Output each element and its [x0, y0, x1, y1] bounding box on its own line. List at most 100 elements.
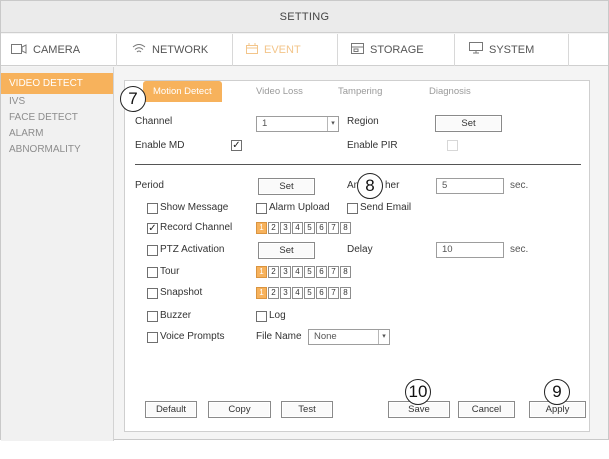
tour-label: Tour [160, 266, 180, 277]
show-message-label: Show Message [160, 202, 229, 213]
enable-md-checkbox[interactable]: ✓ [231, 140, 242, 151]
record-channel-checkbox[interactable]: ✓ [147, 223, 158, 234]
voice-prompts-label: Voice Prompts [160, 331, 225, 342]
snapshot-channel-6[interactable]: 6 [316, 287, 327, 299]
file-name-value: None [314, 331, 337, 342]
sidebar-item-face-detect[interactable]: FACE DETECT [1, 110, 113, 126]
snapshot-checkbox[interactable] [147, 288, 158, 299]
callout-7: 7 [120, 86, 146, 112]
snapshot-channel-4[interactable]: 4 [292, 287, 303, 299]
show-message-checkbox[interactable] [147, 203, 158, 214]
storage-icon [351, 34, 364, 66]
callout-10: 10 [405, 379, 431, 405]
record-channel-1[interactable]: 1 [256, 222, 267, 234]
sidebar-item-abnormality[interactable]: ABNORMALITY [1, 142, 113, 158]
ptz-activation-label: PTZ Activation [160, 244, 225, 255]
anti-dither-input[interactable]: 5 [436, 178, 504, 194]
tab-system-label: SYSTEM [489, 44, 535, 56]
callout-9: 9 [544, 379, 570, 405]
channel-select-value: 1 [262, 118, 268, 129]
file-name-label: File Name [256, 331, 302, 342]
chevron-down-icon: ▾ [327, 117, 338, 131]
test-button[interactable]: Test [281, 401, 333, 418]
event-icon [246, 34, 258, 66]
tour-channel-2[interactable]: 2 [268, 266, 279, 278]
tab-event-label: EVENT [264, 44, 301, 56]
region-label: Region [347, 116, 379, 127]
tab-motion-detect[interactable]: Motion Detect [143, 81, 222, 102]
tab-event[interactable]: EVENT [233, 34, 338, 66]
tab-video-loss[interactable]: Video Loss [256, 81, 303, 102]
record-channel-3[interactable]: 3 [280, 222, 291, 234]
sidebar-item-alarm[interactable]: ALARM [1, 126, 113, 142]
cancel-button[interactable]: Cancel [458, 401, 515, 418]
record-channel-5[interactable]: 5 [304, 222, 315, 234]
log-label: Log [269, 310, 286, 321]
snapshot-channel-5[interactable]: 5 [304, 287, 315, 299]
record-channel-4[interactable]: 4 [292, 222, 303, 234]
motion-detect-panel: Motion Detect Video Loss Tampering Diagn… [124, 80, 590, 432]
tour-channel-1[interactable]: 1 [256, 266, 267, 278]
record-channel-selector: 1 2 3 4 5 6 7 8 [256, 222, 356, 234]
delay-label: Delay [347, 244, 373, 255]
file-name-select[interactable]: None ▾ [308, 329, 390, 345]
tab-system[interactable]: SYSTEM [455, 34, 569, 66]
tab-storage[interactable]: STORAGE [338, 34, 455, 66]
period-set-button[interactable]: Set [258, 178, 315, 195]
send-email-checkbox[interactable] [347, 203, 358, 214]
buzzer-label: Buzzer [160, 310, 192, 321]
footer-area [0, 441, 609, 459]
tab-camera[interactable]: CAMERA [1, 34, 117, 66]
sidebar-item-ivs[interactable]: IVS [1, 94, 113, 110]
record-channel-7[interactable]: 7 [328, 222, 339, 234]
ptz-activation-checkbox[interactable] [147, 245, 158, 256]
default-button[interactable]: Default [145, 401, 197, 418]
record-channel-2[interactable]: 2 [268, 222, 279, 234]
snapshot-channel-selector: 1 2 3 4 5 6 7 8 [256, 287, 356, 299]
snapshot-channel-8[interactable]: 8 [340, 287, 351, 299]
tour-channel-3[interactable]: 3 [280, 266, 291, 278]
log-checkbox[interactable] [256, 311, 267, 322]
period-label: Period [135, 180, 164, 191]
enable-pir-label: Enable PIR [347, 140, 398, 151]
record-channel-label: Record Channel [160, 222, 233, 233]
tour-channel-4[interactable]: 4 [292, 266, 303, 278]
camera-icon [11, 34, 27, 66]
callout-8: 8 [357, 173, 383, 199]
snapshot-channel-1[interactable]: 1 [256, 287, 267, 299]
snapshot-channel-2[interactable]: 2 [268, 287, 279, 299]
record-channel-6[interactable]: 6 [316, 222, 327, 234]
tour-checkbox[interactable] [147, 267, 158, 278]
chevron-down-icon: ▾ [378, 330, 389, 344]
ptz-set-button[interactable]: Set [258, 242, 315, 259]
tour-channel-7[interactable]: 7 [328, 266, 339, 278]
voice-prompts-checkbox[interactable] [147, 332, 158, 343]
tab-tampering[interactable]: Tampering [338, 81, 382, 102]
snapshot-label: Snapshot [160, 287, 203, 298]
enable-md-label: Enable MD [135, 140, 185, 151]
tour-channel-8[interactable]: 8 [340, 266, 351, 278]
alarm-upload-checkbox[interactable] [256, 203, 267, 214]
section-divider [135, 164, 581, 165]
sidebar-item-video-detect[interactable]: VIDEO DETECT [1, 73, 113, 94]
channel-select[interactable]: 1 ▾ [256, 116, 339, 132]
enable-pir-checkbox[interactable] [447, 140, 458, 151]
tab-network[interactable]: NETWORK [117, 34, 233, 66]
tour-channel-5[interactable]: 5 [304, 266, 315, 278]
region-set-button[interactable]: Set [435, 115, 502, 132]
delay-unit: sec. [510, 244, 529, 255]
tour-channel-selector: 1 2 3 4 5 6 7 8 [256, 266, 356, 278]
anti-dither-label-end: her [385, 180, 400, 191]
record-channel-8[interactable]: 8 [340, 222, 351, 234]
tab-diagnosis[interactable]: Diagnosis [429, 81, 471, 102]
main-tab-bar: CAMERA NETWORK EVENT STORAGE SYSTEM [1, 34, 608, 66]
copy-button[interactable]: Copy [208, 401, 271, 418]
tour-channel-6[interactable]: 6 [316, 266, 327, 278]
snapshot-channel-7[interactable]: 7 [328, 287, 339, 299]
window-title: SETTING [1, 1, 608, 33]
channel-label: Channel [135, 116, 173, 127]
delay-input[interactable]: 10 [436, 242, 504, 258]
snapshot-channel-3[interactable]: 3 [280, 287, 291, 299]
send-email-label: Send Email [360, 202, 412, 213]
buzzer-checkbox[interactable] [147, 311, 158, 322]
